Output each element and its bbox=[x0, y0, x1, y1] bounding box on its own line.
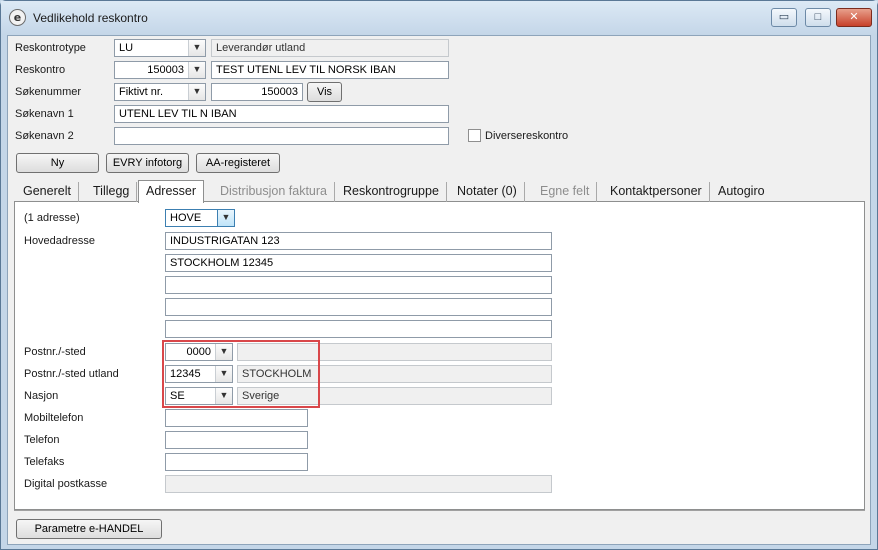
close-icon[interactable]: ✕ bbox=[836, 8, 872, 27]
vis-button[interactable]: Vis bbox=[307, 82, 342, 102]
postnr-place bbox=[237, 343, 552, 361]
telefon-field[interactable] bbox=[165, 431, 308, 449]
nasjon-select[interactable]: SE ▼ bbox=[165, 387, 233, 405]
tab-notater[interactable]: Notater (0) bbox=[450, 182, 525, 202]
address-line-5[interactable] bbox=[165, 320, 552, 338]
diversereskontro-checkbox[interactable] bbox=[468, 129, 481, 142]
aa-registeret-button[interactable]: AA-registeret bbox=[196, 153, 280, 173]
nasjon-value: SE bbox=[170, 390, 185, 402]
telefaks-field[interactable] bbox=[165, 453, 308, 471]
reskontrotype-select[interactable]: LU ▼ bbox=[114, 39, 206, 57]
address-line-4[interactable] bbox=[165, 298, 552, 316]
evry-infotorg-button[interactable]: EVRY infotorg bbox=[106, 153, 189, 173]
postnr-utland-label: Postnr./-sted utland bbox=[24, 368, 119, 380]
mobiltelefon-label: Mobiltelefon bbox=[24, 412, 84, 424]
sokenummer-type-value: Fiktivt nr. bbox=[119, 86, 164, 98]
tab-distribusjon-faktura[interactable]: Distribusjon faktura bbox=[213, 182, 335, 202]
tab-tillegg[interactable]: Tillegg bbox=[86, 182, 138, 202]
sokenavn1-label: Søkenavn 1 bbox=[15, 108, 74, 120]
reskontrotype-description: Leverandør utland bbox=[211, 39, 449, 57]
client-area: Reskontrotype LU ▼ Leverandør utland Res… bbox=[7, 35, 871, 545]
tab-egne-felt[interactable]: Egne felt bbox=[533, 182, 598, 202]
tab-adresser[interactable]: Adresser bbox=[138, 180, 205, 203]
chevron-down-icon[interactable]: ▼ bbox=[215, 388, 232, 404]
footer-divider bbox=[14, 510, 865, 511]
sokenavn1-field[interactable]: UTENL LEV TIL N IBAN bbox=[114, 105, 449, 123]
nasjon-name: Sverige bbox=[237, 387, 552, 405]
minimize-icon[interactable]: ▭ bbox=[771, 8, 797, 27]
postnr-utland-select[interactable]: 12345 ▼ bbox=[165, 365, 233, 383]
tab-generelt[interactable]: Generelt bbox=[16, 182, 79, 202]
postnr-label: Postnr./-sted bbox=[24, 346, 86, 358]
chevron-down-icon[interactable]: ▼ bbox=[188, 40, 205, 56]
nasjon-label: Nasjon bbox=[24, 390, 59, 402]
sokenummer-field[interactable]: 150003 bbox=[211, 83, 303, 101]
tab-kontaktpersoner[interactable]: Kontaktpersoner bbox=[603, 182, 710, 202]
address-line-3[interactable] bbox=[165, 276, 552, 294]
chevron-down-icon[interactable]: ▼ bbox=[188, 84, 205, 100]
title-bar[interactable]: e Vedlikehold reskontro ▭ □ ✕ bbox=[1, 1, 877, 35]
reskontrotype-label: Reskontrotype bbox=[15, 42, 86, 54]
main-window: e Vedlikehold reskontro ▭ □ ✕ Reskontrot… bbox=[0, 0, 878, 550]
address-type-select[interactable]: HOVE ▼ bbox=[165, 209, 235, 227]
address-line-1[interactable]: INDUSTRIGATAN 123 bbox=[165, 232, 552, 250]
chevron-down-icon[interactable]: ▼ bbox=[217, 210, 234, 226]
sokenummer-label: Søkenummer bbox=[15, 86, 82, 98]
address-count-label: (1 adresse) bbox=[24, 212, 80, 224]
tab-autogiro[interactable]: Autogiro bbox=[711, 182, 772, 202]
mobiltelefon-field[interactable] bbox=[165, 409, 308, 427]
tab-strip: Generelt Tillegg Adresser Distribusjon f… bbox=[14, 180, 865, 203]
postnr-utland-place: STOCKHOLM bbox=[237, 365, 552, 383]
address-type-value: HOVE bbox=[170, 212, 202, 224]
digital-postkasse-field bbox=[165, 475, 552, 493]
tab-reskontrogruppe[interactable]: Reskontrogruppe bbox=[336, 182, 447, 202]
app-logo-icon: e bbox=[9, 9, 26, 26]
chevron-down-icon[interactable]: ▼ bbox=[215, 344, 232, 360]
digital-postkasse-label: Digital postkasse bbox=[24, 478, 108, 490]
window-title: Vedlikehold reskontro bbox=[33, 11, 148, 25]
ny-button[interactable]: Ny bbox=[16, 153, 99, 173]
sokenavn2-field[interactable] bbox=[114, 127, 449, 145]
parametre-ehandel-button[interactable]: Parametre e-HANDEL bbox=[16, 519, 162, 539]
reskontro-value: 150003 bbox=[147, 64, 184, 76]
reskontro-select[interactable]: 150003 ▼ bbox=[114, 61, 206, 79]
telefon-label: Telefon bbox=[24, 434, 60, 446]
sokenavn2-label: Søkenavn 2 bbox=[15, 130, 74, 142]
reskontrotype-value: LU bbox=[119, 42, 134, 54]
hovedadresse-label: Hovedadresse bbox=[24, 235, 95, 247]
reskontro-name-field[interactable]: TEST UTENL LEV TIL NORSK IBAN bbox=[211, 61, 449, 79]
sokenummer-type-select[interactable]: Fiktivt nr. ▼ bbox=[114, 83, 206, 101]
postnr-value: 0000 bbox=[186, 346, 211, 358]
chevron-down-icon[interactable]: ▼ bbox=[215, 366, 232, 382]
maximize-icon[interactable]: □ bbox=[805, 8, 831, 27]
postnr-utland-value: 12345 bbox=[170, 368, 201, 380]
reskontro-label: Reskontro bbox=[15, 64, 66, 76]
diversereskontro-label: Diversereskontro bbox=[485, 130, 569, 142]
chevron-down-icon[interactable]: ▼ bbox=[188, 62, 205, 78]
telefaks-label: Telefaks bbox=[24, 456, 65, 468]
address-line-2[interactable]: STOCKHOLM 12345 bbox=[165, 254, 552, 272]
postnr-select[interactable]: 0000 ▼ bbox=[165, 343, 233, 361]
